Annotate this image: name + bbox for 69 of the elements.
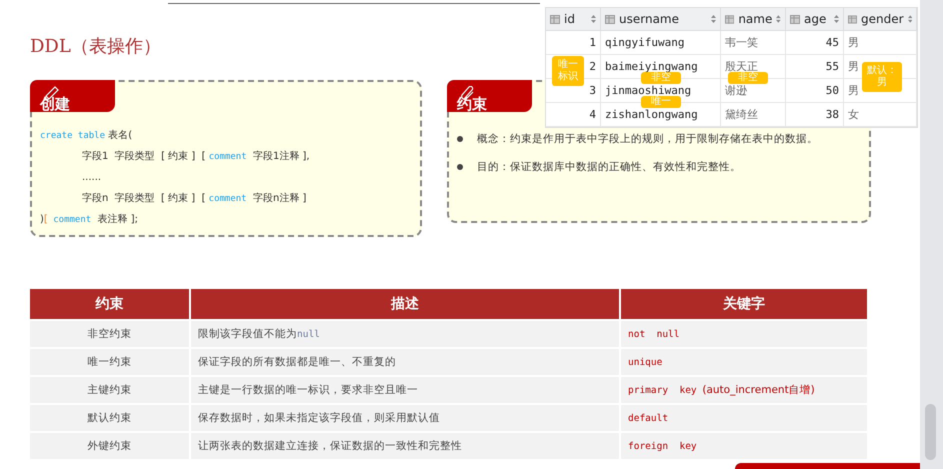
- table-cell: not null: [621, 321, 867, 347]
- sort-icon[interactable]: [908, 15, 912, 23]
- sort-icon[interactable]: [591, 15, 596, 23]
- table-cell: 保存数据时，如果未指定该字段值，则采用默认值: [191, 405, 619, 431]
- grid-cell-text: 谢逊: [725, 84, 747, 96]
- callout-label: 非空: [641, 72, 681, 84]
- grid-cell-text: baimeiyingwang: [605, 60, 698, 72]
- table-header: 描述: [191, 289, 619, 319]
- table-cell: primary key (auto_increment自增): [621, 377, 867, 403]
- column-icon: [550, 14, 560, 24]
- code-line: )[ comment 表注释 ];: [40, 212, 139, 227]
- grid-cell-text: 男: [848, 36, 859, 48]
- table-cell: 唯一约束: [30, 349, 189, 375]
- bullet-dot: [457, 164, 463, 170]
- grid-cell-text: jinmaoshiwang: [605, 84, 692, 96]
- table-cell: default: [621, 405, 867, 431]
- table-cell: 让两张表的数据建立连接，保证数据的一致性和完整性: [191, 433, 619, 459]
- callout-label: 唯一: [641, 96, 681, 108]
- table-cell: unique: [621, 349, 867, 375]
- bullet-text: 目的：保证数据库中数据的正确性、有效性和完整性。: [477, 160, 741, 174]
- table-cell: foreign key: [621, 433, 867, 459]
- table-cell: 非空约束: [30, 321, 189, 347]
- column-icon: [848, 14, 857, 24]
- table-cell: 外键约束: [30, 433, 189, 459]
- grid-cell-text: 女: [848, 108, 859, 120]
- callout-label: 默认：男: [862, 62, 902, 92]
- grid-cell-text: 男: [848, 84, 859, 96]
- grid-cell-text: 1: [589, 36, 596, 48]
- grid-header[interactable]: username: [601, 8, 721, 31]
- grid-cell-text: 韦一笑: [725, 36, 758, 48]
- grid-cell-text: 3: [589, 84, 596, 96]
- grid-header[interactable]: gender: [844, 8, 917, 31]
- code-line: create table 表名(: [40, 128, 134, 143]
- grid-cell-text: 殷天正: [725, 60, 758, 72]
- table-header: 关键字: [621, 289, 867, 319]
- table-cell: 限制该字段值不能为 null: [191, 321, 619, 347]
- grid-header[interactable]: id: [546, 8, 601, 31]
- grid-cell-text: 55: [826, 60, 839, 72]
- table-header: 约束: [30, 289, 189, 319]
- code-line: 字段1 字段类型 [ 约束 ] [ comment 字段1注释 ],: [81, 150, 311, 164]
- bullet-dot: [457, 136, 463, 142]
- column-icon: [790, 14, 800, 24]
- grid-cell-text: 男: [848, 60, 859, 72]
- callout-label: 非空: [728, 72, 768, 84]
- column-icon: [605, 14, 615, 24]
- grid-header[interactable]: name: [721, 8, 786, 31]
- bullet-text: 概念：约束是作用于表中字段上的规则，用于限制存储在表中的数据。: [477, 132, 818, 146]
- grid-cell-text: qingyifuwang: [605, 36, 684, 48]
- grid-cell-text: 45: [826, 36, 839, 48]
- table-cell: 主键是一行数据的唯一标识，要求非空且唯一: [191, 377, 619, 403]
- sort-icon[interactable]: [776, 15, 781, 23]
- code-line: 字段n 字段类型 [ 约束 ] [ comment 字段n注释 ]: [81, 192, 308, 206]
- grid-cell-text: 4: [589, 108, 596, 120]
- grid-cell-text: 38: [826, 108, 839, 120]
- grid-cell-text: zishanlongwang: [605, 108, 698, 120]
- grid-cell-text: 黛绮丝: [725, 108, 758, 120]
- table-cell: 主键约束: [30, 377, 189, 403]
- grid-cell-text: 50: [826, 84, 839, 96]
- sort-icon[interactable]: [711, 15, 716, 23]
- grid-cell-text: 2: [589, 60, 596, 72]
- code-line: ......: [81, 171, 102, 185]
- column-icon: [725, 14, 734, 24]
- sort-icon[interactable]: [834, 15, 839, 23]
- callout-label: 唯一标识: [552, 56, 584, 86]
- grid-header[interactable]: age: [786, 8, 844, 31]
- table-cell: 保证字段的所有数据都是唯一、不重复的: [191, 349, 619, 375]
- scrollbar[interactable]: [920, 0, 943, 469]
- slide-title: DDL（表操作）: [30, 35, 161, 59]
- table-cell: 默认约束: [30, 405, 189, 431]
